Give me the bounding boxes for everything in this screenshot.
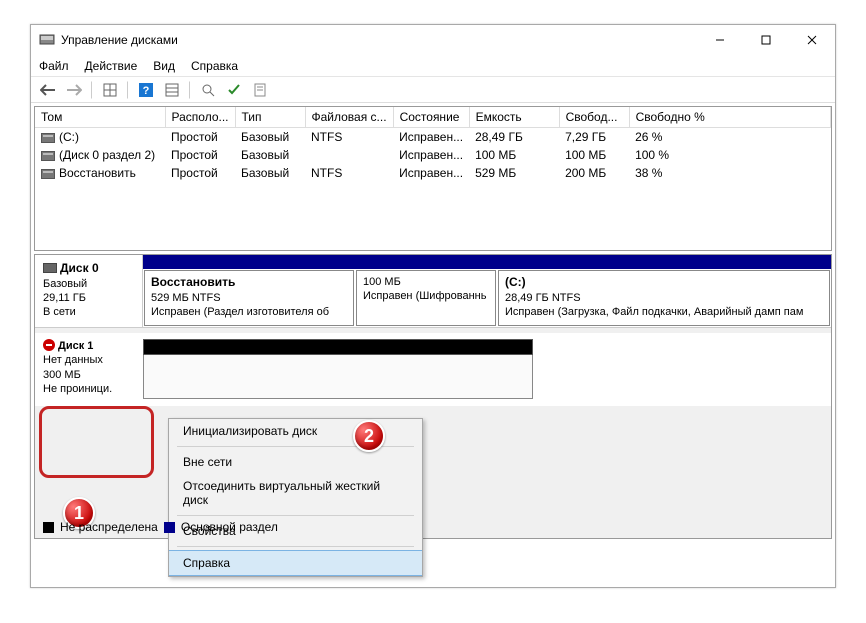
back-button[interactable] [37,79,59,101]
disk-error-icon [43,339,55,351]
menu-offline[interactable]: Вне сети [169,450,422,474]
menu-view[interactable]: Вид [153,59,175,73]
menu-help[interactable]: Справка [169,550,422,576]
disk1-space[interactable] [143,333,541,406]
volume-icon [41,169,55,179]
volume-icon [41,151,55,161]
legend-primary-label: Основной раздел [181,520,278,534]
legend: Не распределена Основной раздел [43,520,278,534]
volume-icon [41,133,55,143]
legend-unallocated-label: Не распределена [60,520,158,534]
help-icon[interactable]: ? [135,79,157,101]
col-freepct[interactable]: Свободно % [629,107,830,128]
toolbar-check-icon[interactable] [223,79,245,101]
col-layout[interactable]: Располо... [165,107,235,128]
app-icon [39,32,55,48]
menu-help-top[interactable]: Справка [191,59,238,73]
disk-mgmt-window: Управление дисками Файл Действие Вид Спр… [30,24,836,588]
col-volume[interactable]: Том [35,107,165,128]
toolbar-separator [127,81,129,99]
disk1-row[interactable]: Диск 1 Нет данных 300 МБ Не проиници. [35,333,831,406]
col-status[interactable]: Состояние [393,107,469,128]
disk1-info: Диск 1 Нет данных 300 МБ Не проиници. [35,333,143,406]
menu-separator [177,546,414,547]
toolbar-sheet-icon[interactable] [249,79,271,101]
disk0-part-recovery[interactable]: Восстановить 529 МБ NTFS Исправен (Разде… [144,270,354,326]
maximize-button[interactable] [743,25,789,55]
window-title: Управление дисками [61,33,178,47]
table-row[interactable]: (Диск 0 раздел 2)ПростойБазовыйИсправен.… [35,146,831,164]
col-free[interactable]: Свобод... [559,107,629,128]
disk0-stripe-header [143,255,831,269]
titlebar: Управление дисками [31,25,835,55]
menubar: Файл Действие Вид Справка [31,55,835,77]
context-menu: Инициализировать диск Вне сети Отсоедини… [168,418,423,577]
col-fs[interactable]: Файловая с... [305,107,393,128]
disk0-info: Диск 0 Базовый 29,11 ГБ В сети [35,255,143,327]
menu-action[interactable]: Действие [85,59,138,73]
disk0-part-efi[interactable]: 100 МБ Исправен (Шифрованнь [356,270,496,326]
volume-list-pane: Том Располо... Тип Файловая с... Состоян… [34,106,832,251]
toolbar-separator [189,81,191,99]
annotation-highlight-disk1 [39,406,154,478]
menu-detach-vhd[interactable]: Отсоединить виртуальный жесткий диск [169,474,422,512]
table-header-row: Том Располо... Тип Файловая с... Состоян… [35,107,831,128]
volume-table[interactable]: Том Располо... Тип Файловая с... Состоян… [35,107,831,182]
toolbar-grid-icon[interactable] [99,79,121,101]
toolbar-separator [91,81,93,99]
disk-icon [43,263,57,273]
disk0-part-c[interactable]: (C:) 28,49 ГБ NTFS Исправен (Загрузка, Ф… [498,270,830,326]
disk1-unallocated-body [143,355,533,399]
disk1-unallocated-header [143,339,533,355]
close-button[interactable] [789,25,835,55]
col-type[interactable]: Тип [235,107,305,128]
disk0-partitions: Восстановить 529 МБ NTFS Исправен (Разде… [143,255,831,327]
legend-swatch-unallocated [43,522,54,533]
legend-swatch-primary [164,522,175,533]
toolbar: ? [31,77,835,103]
menu-file[interactable]: Файл [39,59,69,73]
toolbar-list-icon[interactable] [161,79,183,101]
annotation-bubble-2: 2 [353,420,385,452]
toolbar-zoom-icon[interactable] [197,79,219,101]
menu-separator [177,515,414,516]
forward-button[interactable] [63,79,85,101]
disk-graphic-pane: Диск 0 Базовый 29,11 ГБ В сети Восстанов… [34,254,832,539]
svg-text:?: ? [143,85,150,97]
col-capacity[interactable]: Емкость [469,107,559,128]
minimize-button[interactable] [697,25,743,55]
table-row[interactable]: ВосстановитьПростойБазовыйNTFSИсправен..… [35,164,831,182]
disk0-row[interactable]: Диск 0 Базовый 29,11 ГБ В сети Восстанов… [35,255,831,328]
table-row[interactable]: (C:)ПростойБазовыйNTFSИсправен...28,49 Г… [35,128,831,147]
